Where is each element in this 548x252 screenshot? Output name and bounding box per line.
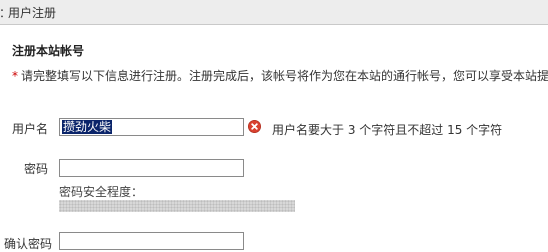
- password-label: 密码: [24, 162, 49, 176]
- notice-text: 请完整填写以下信息进行注册。注册完成后，该帐号将作为您在本站的通行帐号，您可以享…: [21, 69, 548, 83]
- page-title: 用户注册: [8, 6, 57, 20]
- confirm-password-label: 确认密码: [4, 237, 53, 251]
- username-selected-text: 攒劲火柴: [62, 120, 113, 134]
- section-title: 注册本站帐号: [12, 44, 85, 58]
- username-error-message: 用户名要大于 3 个字符且不超过 15 个字符: [272, 123, 503, 137]
- password-input[interactable]: [59, 159, 244, 177]
- username-label: 用户名: [12, 122, 49, 136]
- required-star: *: [12, 69, 18, 83]
- password-strength-meter: [59, 200, 295, 212]
- error-x-icon: [248, 120, 261, 133]
- password-strength-label: 密码安全程度：: [59, 185, 144, 199]
- page-header-bar: ： 用户注册: [0, 0, 548, 25]
- confirm-password-input[interactable]: [59, 232, 244, 250]
- registration-notice: * 请完整填写以下信息进行注册。注册完成后，该帐号将作为您在本站的通行帐号，您可以…: [12, 67, 548, 84]
